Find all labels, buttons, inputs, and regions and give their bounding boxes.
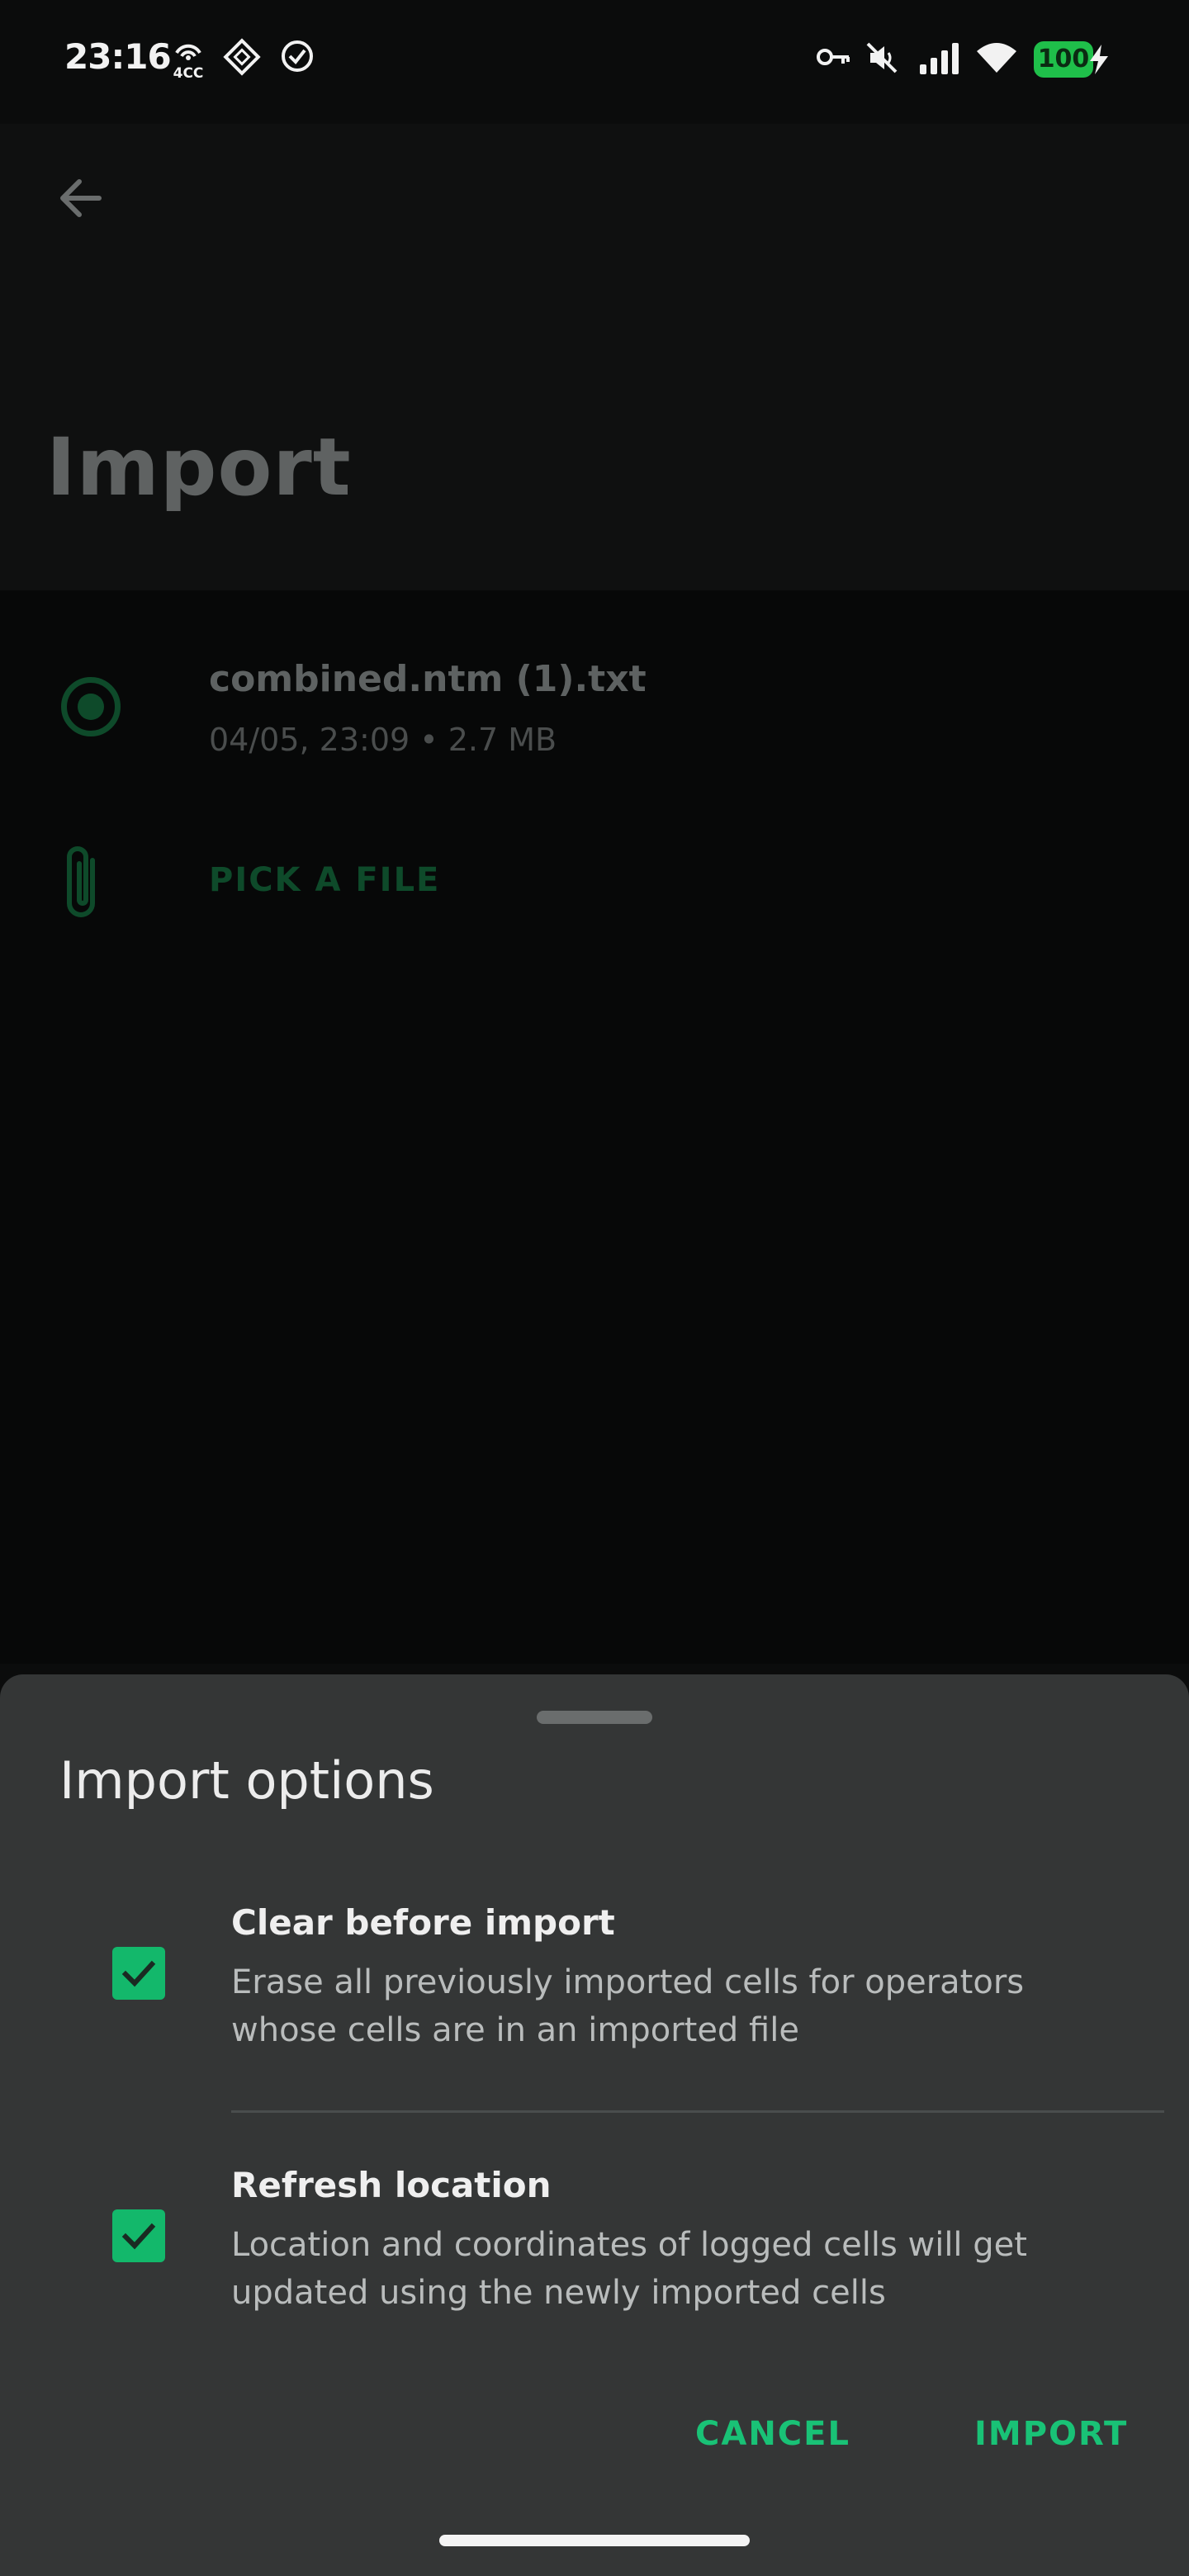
pick-file-button[interactable]: PICK A FILE xyxy=(209,861,440,899)
paperclip-icon xyxy=(59,842,106,925)
diamond-app-icon xyxy=(223,38,261,79)
option-title-clear-before-import[interactable]: Clear before import xyxy=(231,1902,615,1943)
refresh-location-checkbox[interactable] xyxy=(112,2209,165,2262)
mute-icon xyxy=(864,40,900,79)
option-desc-clear-before-import: Erase all previously imported cells for … xyxy=(231,1963,1025,2049)
hotspot-4cc-icon: 4CC xyxy=(170,38,206,84)
app-header xyxy=(0,124,1189,590)
status-bar: 23:16 4CC 100 xyxy=(0,0,1189,124)
page-title: Import xyxy=(46,421,352,514)
file-name: combined.ntm (1).txt xyxy=(209,658,647,700)
svg-text:4CC: 4CC xyxy=(173,65,204,81)
arrow-left-icon xyxy=(60,179,102,217)
vpn-key-icon xyxy=(816,43,850,74)
file-radio-selected[interactable] xyxy=(61,677,121,736)
check-circle-icon xyxy=(279,38,315,78)
file-meta: 04/05, 23:09 • 2.7 MB xyxy=(209,722,557,758)
home-indicator[interactable] xyxy=(439,2535,750,2546)
sheet-title: Import options xyxy=(59,1750,434,1811)
signal-icon xyxy=(918,41,961,79)
wifi-icon xyxy=(974,40,1019,79)
checkmark-icon xyxy=(121,2223,156,2250)
cancel-button[interactable]: CANCEL xyxy=(695,2415,850,2453)
charging-bolt-icon xyxy=(1087,43,1111,79)
checkmark-icon xyxy=(121,1960,156,1987)
option-divider xyxy=(231,2110,1164,2113)
sheet-drag-handle[interactable] xyxy=(537,1711,652,1724)
status-time: 23:16 xyxy=(64,36,172,77)
option-desc-refresh-location: Location and coordinates of logged cells… xyxy=(231,2226,1027,2312)
import-button[interactable]: IMPORT xyxy=(974,2415,1128,2453)
file-list-item[interactable] xyxy=(0,636,1189,776)
option-title-refresh-location[interactable]: Refresh location xyxy=(231,2165,552,2205)
back-button[interactable] xyxy=(48,165,114,231)
clear-before-import-checkbox[interactable] xyxy=(112,1947,165,2000)
battery-level: 100 xyxy=(1034,41,1093,78)
